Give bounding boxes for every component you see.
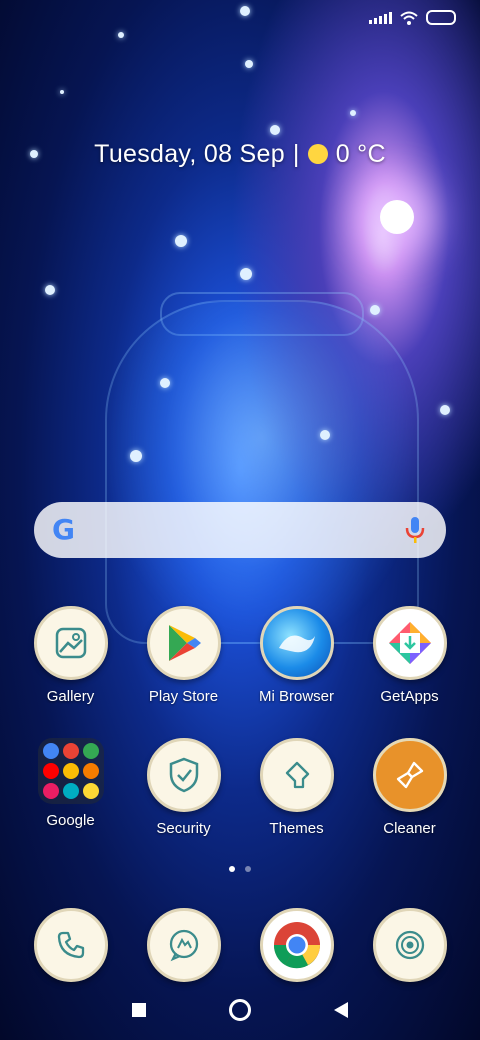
app-label: Gallery: [46, 688, 95, 705]
wallpaper-star: [270, 125, 280, 135]
app-grid-row-2: Google Security Themes Cleaner: [14, 738, 466, 837]
battery-icon: [426, 10, 456, 25]
home-button[interactable]: [228, 998, 252, 1022]
wallpaper-star: [245, 60, 253, 68]
page-indicator[interactable]: [0, 866, 480, 872]
navigation-bar: [0, 998, 480, 1022]
status-bar: [369, 10, 456, 25]
messages-icon: [146, 908, 221, 982]
dock-chrome[interactable]: [240, 908, 353, 982]
camera-icon: [372, 908, 447, 982]
app-mi-browser[interactable]: Mi Browser: [240, 606, 353, 705]
app-themes[interactable]: Themes: [240, 738, 353, 837]
phone-icon: [33, 908, 108, 982]
date-weather-widget[interactable]: Tuesday, 08 Sep | 0 °C: [0, 140, 480, 169]
dock-phone[interactable]: [14, 908, 127, 982]
wallpaper-star: [240, 268, 252, 280]
wallpaper-star: [320, 430, 330, 440]
wallpaper-star: [240, 6, 250, 16]
date-text: Tuesday, 08 Sep: [94, 140, 285, 168]
wallpaper-star: [45, 285, 55, 295]
wallpaper-star: [118, 32, 124, 38]
app-label: Mi Browser: [258, 688, 334, 705]
back-button[interactable]: [333, 1001, 349, 1019]
wifi-icon: [400, 11, 418, 25]
mi-browser-icon: [259, 606, 334, 680]
app-getapps[interactable]: GetApps: [353, 606, 466, 705]
google-logo: G: [52, 513, 75, 546]
app-label: Security: [156, 820, 211, 837]
dock-camera[interactable]: [353, 908, 466, 982]
getapps-icon: [372, 606, 447, 680]
wallpaper-star: [160, 378, 170, 388]
wallpaper-star: [440, 405, 450, 415]
widget-separator: |: [292, 140, 300, 168]
app-cleaner[interactable]: Cleaner: [353, 738, 466, 837]
page-dot-active[interactable]: [229, 866, 235, 872]
gallery-icon: [33, 606, 108, 680]
wallpaper-jar: [105, 300, 419, 644]
google-folder-icon: [37, 738, 104, 804]
themes-icon: [259, 738, 334, 812]
app-gallery[interactable]: Gallery: [14, 606, 127, 705]
app-play-store[interactable]: Play Store: [127, 606, 240, 705]
wallpaper-star: [370, 305, 380, 315]
app-label: Google: [46, 812, 95, 829]
mic-icon[interactable]: [402, 515, 428, 545]
recents-button[interactable]: [131, 1002, 147, 1018]
wallpaper-star: [380, 200, 414, 234]
app-label: Play Store: [148, 688, 219, 705]
app-security[interactable]: Security: [127, 738, 240, 837]
signal-icon: [369, 11, 392, 24]
wallpaper-star: [175, 235, 187, 247]
google-search-bar[interactable]: G: [34, 502, 446, 558]
app-grid-row-1: Gallery Play Store Mi Browser GetApps: [14, 606, 466, 705]
wallpaper-star: [350, 110, 356, 116]
page-dot[interactable]: [245, 866, 251, 872]
temperature-text: 0 °C: [335, 140, 386, 168]
brush-icon: [372, 738, 447, 812]
wallpaper-star: [60, 90, 64, 94]
app-label: Cleaner: [383, 820, 436, 837]
app-label: Themes: [269, 820, 324, 837]
app-google-folder[interactable]: Google: [14, 738, 127, 837]
sun-icon: [307, 144, 328, 164]
chrome-icon: [259, 908, 334, 982]
app-label: GetApps: [380, 688, 439, 705]
dock-messages[interactable]: [127, 908, 240, 982]
shield-icon: [146, 738, 221, 812]
dock: [14, 908, 466, 982]
wallpaper-star: [130, 450, 142, 462]
play-store-icon: [146, 606, 221, 680]
